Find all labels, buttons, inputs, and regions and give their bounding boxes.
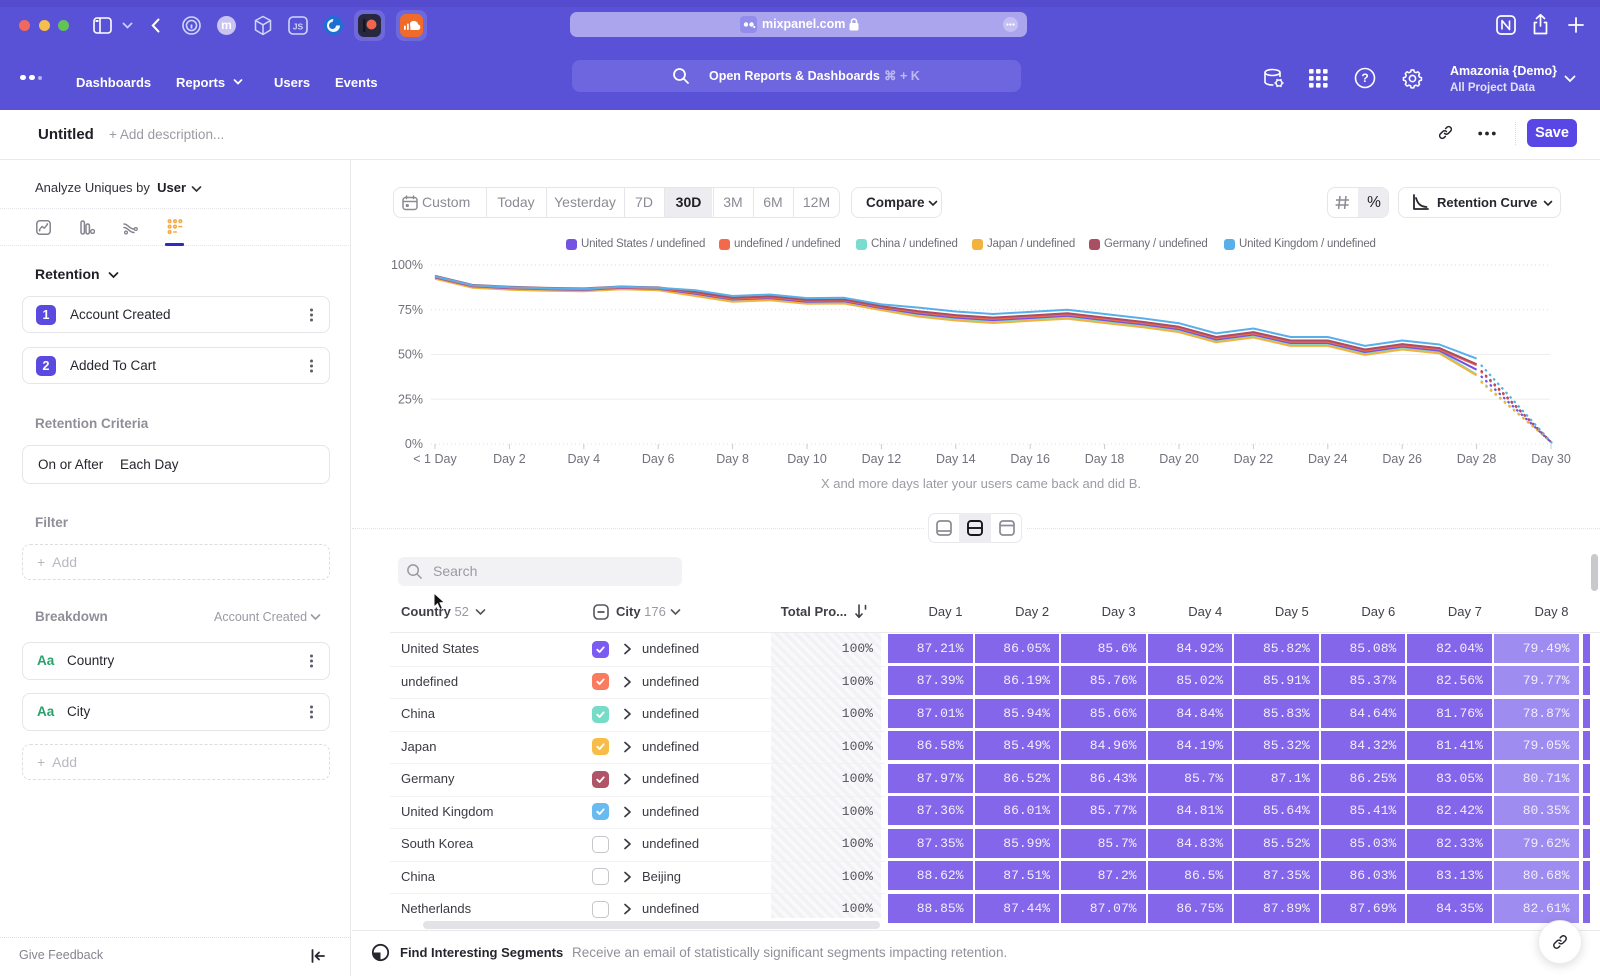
svg-text:Day 16: Day 16 <box>1010 452 1050 466</box>
svg-text:X and more days later your use: X and more days later your users came ba… <box>821 476 1141 491</box>
svg-text:Day 20: Day 20 <box>1159 452 1199 466</box>
svg-text:< 1 Day: < 1 Day <box>413 452 457 466</box>
svg-text:Day 24: Day 24 <box>1308 452 1348 466</box>
svg-text:Day 2: Day 2 <box>493 452 526 466</box>
svg-text:0%: 0% <box>405 437 423 451</box>
svg-text:Day 12: Day 12 <box>862 452 902 466</box>
svg-text:Day 18: Day 18 <box>1085 452 1125 466</box>
svg-text:Day 22: Day 22 <box>1234 452 1274 466</box>
svg-text:25%: 25% <box>398 392 423 406</box>
svg-text:Day 28: Day 28 <box>1457 452 1497 466</box>
svg-text:Day 6: Day 6 <box>642 452 675 466</box>
svg-text:100%: 100% <box>391 258 423 272</box>
svg-text:50%: 50% <box>398 348 423 362</box>
svg-text:JS: JS <box>293 22 304 32</box>
svg-text:Day 26: Day 26 <box>1382 452 1422 466</box>
svg-text:Day 14: Day 14 <box>936 452 976 466</box>
svg-text:?: ? <box>1361 71 1368 85</box>
svg-text:Day 10: Day 10 <box>787 452 827 466</box>
svg-text:Day 4: Day 4 <box>567 452 600 466</box>
svg-text:Day 8: Day 8 <box>716 452 749 466</box>
svg-text:Day 30: Day 30 <box>1531 452 1571 466</box>
svg-text:75%: 75% <box>398 303 423 317</box>
